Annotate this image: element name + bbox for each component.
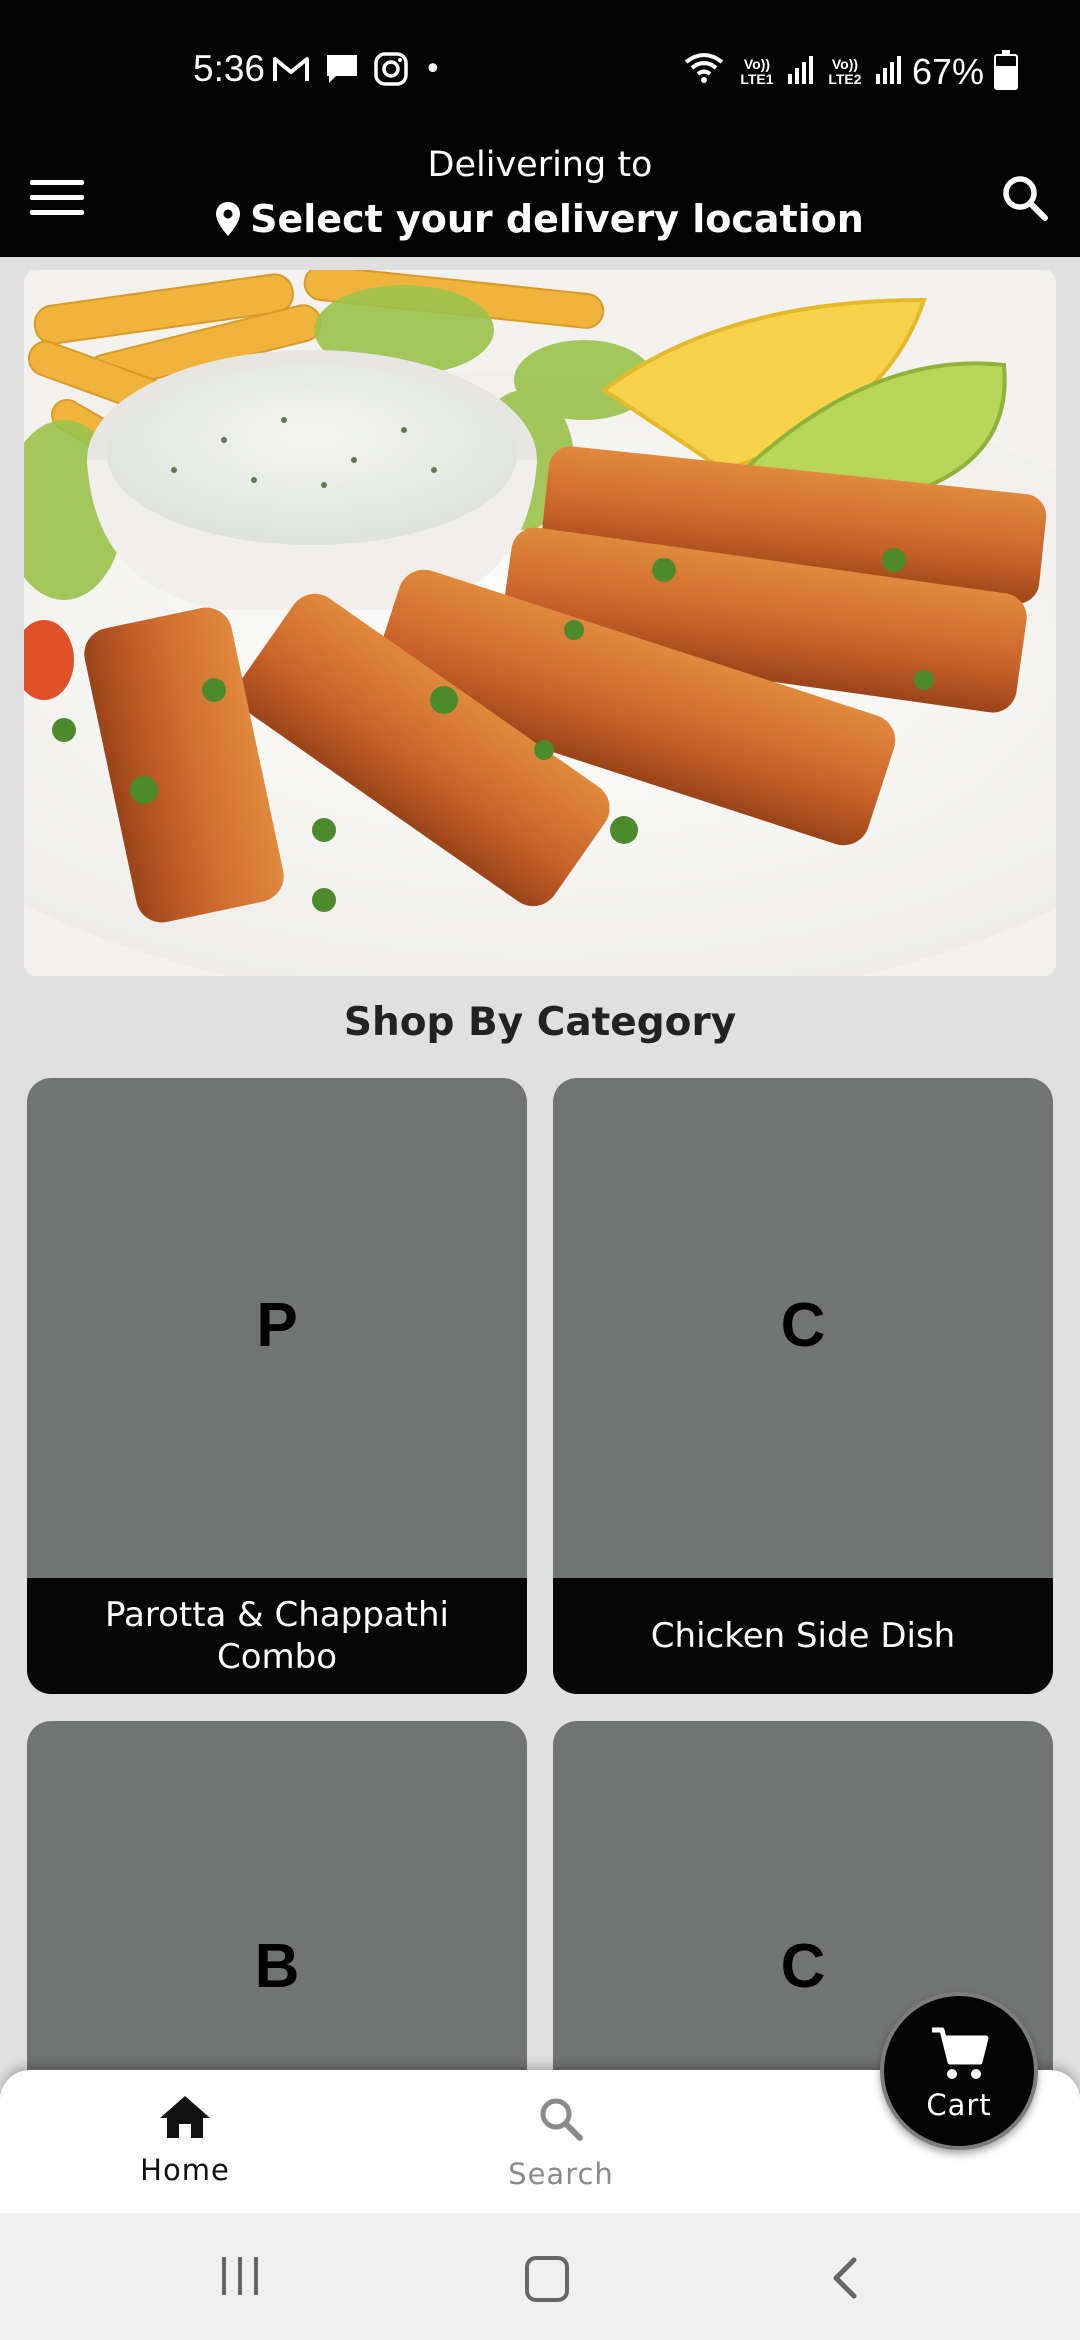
message-icon (324, 52, 360, 90)
category-letter: C (780, 1291, 826, 1360)
search-icon (536, 2098, 586, 2151)
app-header: Delivering to Select your delivery locat… (0, 140, 1080, 257)
battery-icon (994, 49, 1018, 90)
wifi-icon (682, 50, 726, 93)
status-bar: 5:36 • Vo)) LTE1 Vo)) LTE2 67% (0, 0, 1080, 140)
nav-search-label: Search (508, 2157, 614, 2191)
category-letter: C (780, 1932, 826, 2001)
search-icon[interactable] (1000, 173, 1050, 227)
category-label: Parotta & Chappathi Combo (27, 1578, 527, 1694)
nav-search[interactable]: Search (461, 2094, 661, 2191)
category-card-chicken-side-dish[interactable]: C Chicken Side Dish (553, 1078, 1053, 1694)
sim2-label: Vo)) LTE2 (828, 55, 862, 87)
nav-home[interactable]: Home (85, 2094, 285, 2187)
status-dot: • (424, 52, 442, 87)
instagram-icon (374, 52, 408, 90)
category-label: Chicken Side Dish (553, 1578, 1053, 1694)
cart-label: Cart (926, 2088, 992, 2122)
back-button[interactable] (830, 2256, 860, 2304)
delivery-location-selector[interactable]: Select your delivery location (0, 197, 1080, 241)
home-icon (158, 2096, 212, 2147)
recent-apps-button[interactable] (222, 2257, 258, 2295)
section-title: Shop By Category (343, 1000, 737, 1045)
nav-home-label: Home (140, 2153, 230, 2187)
category-letter: P (256, 1291, 298, 1360)
home-button[interactable] (525, 2256, 569, 2302)
gmail-icon (272, 54, 310, 88)
sim1-label: Vo)) LTE1 (740, 55, 774, 87)
battery-percent: 67% (911, 50, 984, 92)
signal-icon (787, 51, 814, 93)
promo-banner-image[interactable] (24, 270, 1056, 976)
status-time: 5:36 (193, 48, 266, 89)
delivery-location-text: Select your delivery location (250, 197, 864, 241)
system-navigation-bar (0, 2213, 1080, 2340)
delivering-to-label: Delivering to (427, 145, 653, 185)
location-pin-icon (216, 202, 241, 236)
category-letter: B (254, 1932, 300, 2001)
signal-icon-2 (875, 51, 902, 93)
system-status-icons: Vo)) LTE1 Vo)) LTE2 67% (682, 49, 1018, 93)
notification-icons (272, 52, 408, 90)
category-card-parotta[interactable]: P Parotta & Chappathi Combo (27, 1078, 527, 1694)
cart-button[interactable]: Cart (880, 1992, 1038, 2150)
